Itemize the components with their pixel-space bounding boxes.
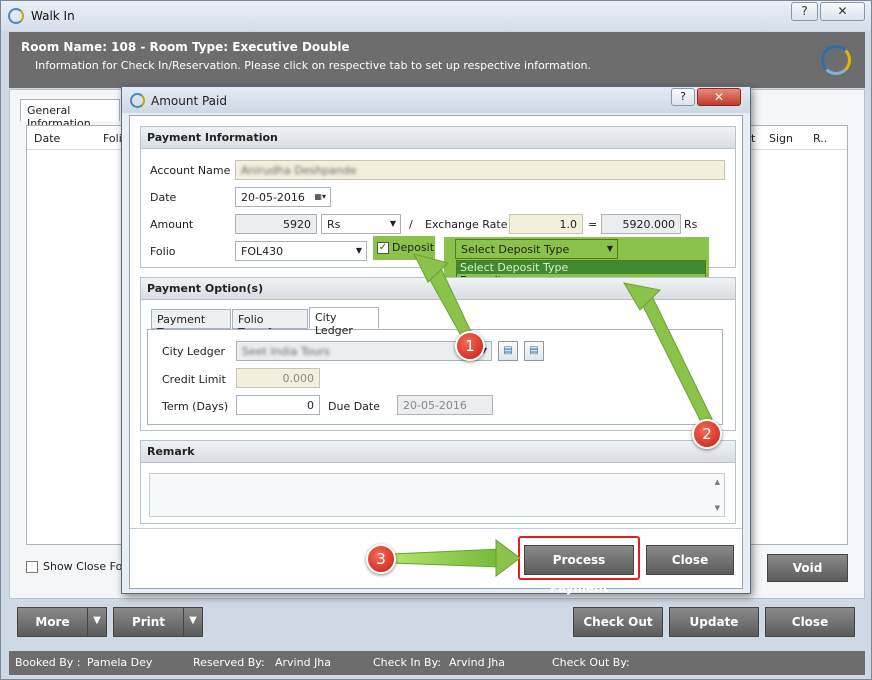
room-title: Room Name: 108 - Room Type: Executive Do… xyxy=(21,40,350,54)
app-logo-icon xyxy=(8,8,24,24)
chevron-down-icon: ▼ xyxy=(606,244,613,253)
deposit-label: Deposit xyxy=(392,241,435,254)
help-button[interactable]: ? xyxy=(791,2,818,21)
show-closed-folio[interactable]: Show Close Folio xyxy=(26,560,135,573)
exchange-rate-field[interactable]: 1.0 xyxy=(509,214,583,234)
credit-limit-field: 0.000 xyxy=(236,368,320,388)
tab-city-ledger[interactable]: City Ledger xyxy=(309,307,379,337)
scroll-up-icon[interactable]: ▲ xyxy=(715,478,720,486)
term-days-label: Term (Days) xyxy=(162,400,229,413)
process-payment-highlight xyxy=(518,536,640,580)
amount-field[interactable]: 5920 xyxy=(235,214,317,234)
due-date-label: Due Date xyxy=(328,400,380,413)
scroll-down-icon[interactable]: ▼ xyxy=(715,504,720,512)
calendar-icon[interactable]: ▦▾ xyxy=(314,192,326,201)
room-header: Room Name: 108 - Room Type: Executive Do… xyxy=(9,32,865,88)
city-ledger-value: Seet India Tours xyxy=(242,345,330,358)
check-in-by-label: Check In By: xyxy=(373,656,442,669)
currency-select[interactable]: Rs ▼ xyxy=(321,214,401,234)
reserved-by-value: Arvind Jha xyxy=(275,656,332,669)
payment-options-heading: Payment Option(s) xyxy=(141,278,735,300)
dialog-title-bar: Amount Paid ? ✕ xyxy=(122,87,750,113)
equals-sign: = xyxy=(588,218,598,231)
deposit-check-icon[interactable]: ✓ xyxy=(377,242,389,254)
folio-select[interactable]: FOL430 ▼ xyxy=(235,241,367,261)
dialog-close-button[interactable]: Close xyxy=(646,545,734,575)
tab-general-information[interactable]: General Information xyxy=(20,99,120,130)
dialog-close-x-button[interactable]: ✕ xyxy=(697,88,741,106)
due-date-field: 20-05-2016 xyxy=(397,395,493,415)
credit-limit-label: Credit Limit xyxy=(162,373,226,386)
show-closed-checkbox[interactable] xyxy=(26,561,38,573)
deposit-checkbox[interactable]: ✓ Deposit xyxy=(377,241,434,254)
void-button[interactable]: Void xyxy=(767,554,848,582)
divider-slash: / xyxy=(409,218,413,231)
update-button[interactable]: Update xyxy=(669,607,759,637)
deposit-type-option[interactable]: Select Deposit Type xyxy=(457,261,705,274)
tab-folio-transfer[interactable]: Folio Transfer xyxy=(232,309,308,339)
dialog-help-button[interactable]: ? xyxy=(671,88,695,106)
chevron-down-icon: ▼ xyxy=(355,246,362,255)
city-ledger-label: City Ledger xyxy=(162,345,226,358)
date-value: 20-05-2016 xyxy=(241,191,305,204)
date-picker[interactable]: 20-05-2016 ▦▾ xyxy=(235,187,331,207)
payment-information-heading: Payment Information xyxy=(141,127,735,149)
amount-paid-dialog: Amount Paid ? ✕ Payment Information Acco… xyxy=(121,86,751,595)
exchange-rate-label: Exchange Rate xyxy=(425,218,508,231)
dialog-body: Payment Information Account Name Anirudh… xyxy=(129,115,743,595)
window-title: Walk In xyxy=(31,9,75,23)
booked-by-value: Pamela Dey xyxy=(87,656,153,669)
annotation-badge-1: 1 xyxy=(455,331,485,361)
check-out-by-label: Check Out By: xyxy=(552,656,630,669)
folio-label: Folio xyxy=(150,245,176,258)
annotation-badge-2: 2 xyxy=(692,419,722,449)
term-days-field[interactable]: 0 xyxy=(236,395,320,415)
booked-by-label: Booked By : xyxy=(15,656,81,669)
remark-section: Remark ▲ ▼ xyxy=(140,440,736,524)
print-button[interactable]: Print xyxy=(113,607,184,637)
amount-label: Amount xyxy=(150,218,194,231)
date-label: Date xyxy=(150,191,177,204)
status-bar: Booked By : Pamela Dey Reserved By: Arvi… xyxy=(9,651,865,675)
print-dropdown-icon[interactable]: ▼ xyxy=(183,607,203,637)
currency-value: Rs xyxy=(327,218,341,231)
dialog-title: Amount Paid xyxy=(151,94,227,108)
close-button[interactable]: Close xyxy=(765,607,855,637)
dialog-logo-icon xyxy=(130,93,145,108)
search-ledger-icon[interactable]: ▤ xyxy=(498,341,518,361)
account-name-field[interactable]: Anirudha Deshpande xyxy=(235,160,725,180)
check-out-button[interactable]: Check Out xyxy=(573,607,663,637)
city-ledger-panel: City Ledger Seet India Tours▼ ▤ ▤ Credit… xyxy=(147,329,723,425)
folio-value: FOL430 xyxy=(241,245,284,258)
city-ledger-select[interactable]: Seet India Tours▼ xyxy=(236,341,492,361)
more-button[interactable]: More xyxy=(17,607,88,637)
converted-currency-label: Rs xyxy=(684,218,698,231)
reserved-by-label: Reserved By: xyxy=(193,656,265,669)
add-ledger-icon[interactable]: ▤ xyxy=(524,341,544,361)
check-in-by-value: Arvind Jha xyxy=(449,656,506,669)
deposit-type-value: Select Deposit Type xyxy=(461,243,570,256)
remark-heading: Remark xyxy=(141,441,735,463)
payment-options-section: Payment Option(s) Payment Type Folio Tra… xyxy=(140,277,736,431)
col-t[interactable]: t xyxy=(751,132,755,145)
account-name-value: Anirudha Deshpande xyxy=(241,164,357,177)
brand-logo-icon xyxy=(821,45,851,75)
col-date[interactable]: Date xyxy=(34,132,60,145)
more-dropdown-icon[interactable]: ▼ xyxy=(87,607,107,637)
col-sign[interactable]: Sign xyxy=(769,132,793,145)
room-subtitle: Information for Check In/Reservation. Pl… xyxy=(35,59,592,72)
chevron-down-icon: ▼ xyxy=(389,219,396,228)
col-r[interactable]: R.. xyxy=(813,132,827,145)
annotation-badge-3: 3 xyxy=(366,544,396,574)
converted-amount-field: 5920.000 xyxy=(601,214,681,234)
window-close-button[interactable]: ✕ xyxy=(820,2,865,21)
dialog-footer-divider xyxy=(130,528,742,529)
tab-payment-type[interactable]: Payment Type xyxy=(151,309,231,339)
account-name-label: Account Name xyxy=(150,164,231,177)
remark-textarea[interactable]: ▲ ▼ xyxy=(149,473,725,517)
title-bar: Walk In ? ✕ xyxy=(1,1,871,31)
deposit-type-select[interactable]: Select Deposit Type ▼ xyxy=(455,239,618,259)
